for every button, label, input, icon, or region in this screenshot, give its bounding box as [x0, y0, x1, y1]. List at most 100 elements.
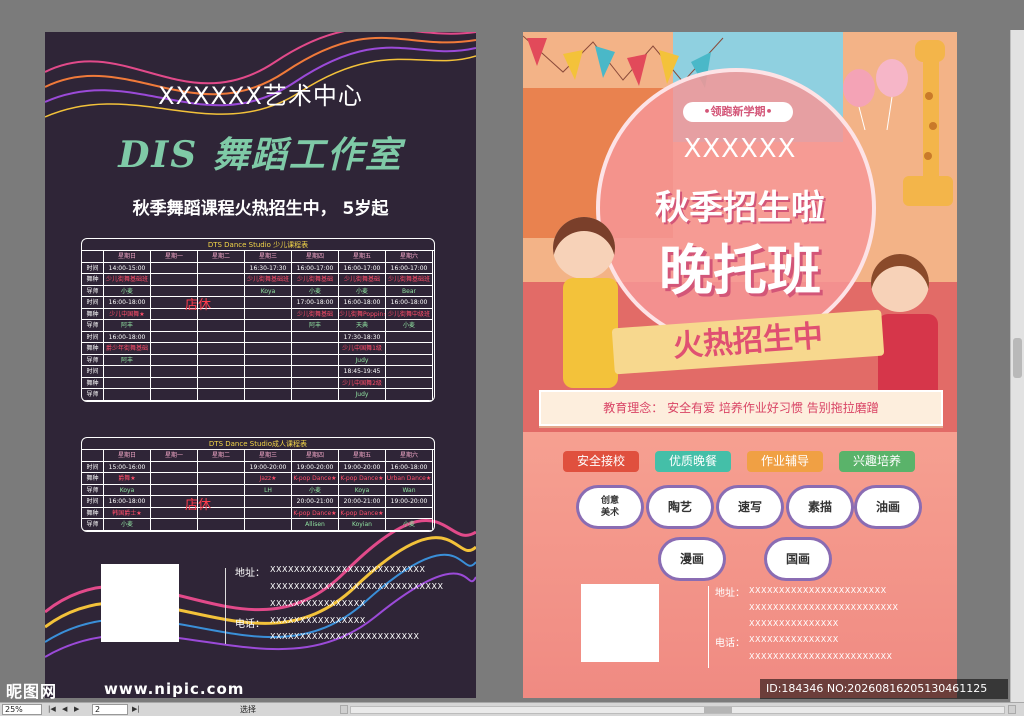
address-label: 地址： [235, 568, 265, 579]
after-school-flyer: •领跑新学期• XXXXXX 秋季招生啦 晚托班 火热招生中 教育理念： 安全有… [523, 32, 957, 698]
schedule-cell [151, 274, 198, 286]
day-header: 星期二 [198, 251, 245, 263]
schedule-cell: 19:00-20:00 [386, 496, 433, 508]
scroll-left-button[interactable] [340, 705, 348, 714]
horizontal-scrollbar[interactable] [350, 706, 1005, 714]
schedule-cell: 小麦 [292, 285, 339, 297]
schedule-cell: 少儿中国舞2级 [339, 377, 386, 389]
schedule-cell [245, 343, 292, 355]
schedule-cell: 16:00-18:00 [386, 297, 433, 309]
course-oil-painting: 油画 [857, 488, 919, 526]
row-label: 导师 [82, 320, 104, 332]
day-header: 星期一 [151, 450, 198, 462]
course-label: 美术 [600, 508, 619, 518]
address-label: 地址： [715, 588, 745, 599]
schedule-cell: 16:00-17:00 [292, 262, 339, 274]
schedule-cell: 15:00-16:00 [104, 461, 151, 473]
dance-studio-flyer: XXXXXX艺术中心 DIS 舞蹈工作室 秋季舞蹈课程火热招生中， 5岁起 DT… [45, 32, 476, 698]
schedule-cell [151, 262, 198, 274]
schedule-cell: 16:00-17:00 [386, 262, 433, 274]
schedule-cell [198, 262, 245, 274]
schedule-cell [245, 377, 292, 389]
next-page-button[interactable]: ▶ [74, 704, 79, 715]
row-label: 舞种 [82, 377, 104, 389]
day-header: 星期二 [198, 450, 245, 462]
feature-homework-help: 作业辅导 [747, 451, 823, 472]
first-page-button[interactable]: |◀ [48, 704, 56, 715]
row-label: 舞种 [82, 507, 104, 519]
schedule-cell: K-pop Dance★ [292, 507, 339, 519]
schedule-cell [198, 519, 245, 531]
watermark-url: www.nipic.com [104, 680, 245, 698]
day-header: 星期一 [151, 251, 198, 263]
status-bar: 25% |◀ ◀ ▶ 2 ▶| 选择 [0, 702, 1024, 716]
last-page-button[interactable]: ▶| [132, 704, 140, 715]
schedule-cell: 16:00-18:00 [104, 496, 151, 508]
schedule-cell: 少儿街舞基础 [292, 308, 339, 320]
schedule-cell: 少儿中国舞★ [104, 308, 151, 320]
boy-body-illustration [563, 278, 618, 388]
flyer-subtitle: 秋季舞蹈课程火热招生中， 5岁起 [132, 199, 389, 219]
schedule-cell: 少儿街舞Poppin★ [339, 308, 386, 320]
schedule-cell: 16:00-17:00 [339, 262, 386, 274]
schedule-cell [198, 461, 245, 473]
schedule-cell [104, 366, 151, 378]
schedule-cell: 20:00-21:00 [292, 496, 339, 508]
schedule-cell: 14:00-15:00 [104, 262, 151, 274]
qr-code-placeholder [581, 584, 659, 662]
girl-illustration [871, 254, 929, 312]
row-label: 导师 [82, 285, 104, 297]
schedule-cell [292, 343, 339, 355]
schedule-cell [151, 320, 198, 332]
schedule-cell [245, 354, 292, 366]
schedule-cell [104, 377, 151, 389]
schedule-cell [151, 473, 198, 485]
schedule-cell: 20:00-21:00 [339, 496, 386, 508]
schedule-cell [245, 496, 292, 508]
schedule-cell: Judy [339, 354, 386, 366]
course-creative-art: 创意 美术 [579, 488, 641, 526]
schedule-cell [386, 331, 433, 343]
course-label: 创意 [600, 496, 619, 506]
course-sketch: 速写 [719, 488, 781, 526]
schedule-cell [386, 389, 433, 401]
feature-quality-dinner: 优质晚餐 [655, 451, 731, 472]
vertical-scrollbar[interactable] [1010, 30, 1024, 702]
row-label: 舞种 [82, 308, 104, 320]
schedule-cell: 19:00-20:00 [292, 461, 339, 473]
schedule-cell: Jazz★ [245, 473, 292, 485]
scrollbar-thumb[interactable] [704, 707, 732, 713]
adult-schedule-title: DTS Dance Studio成人课程表 [82, 438, 434, 450]
schedule-cell [198, 377, 245, 389]
day-header: 星期三 [245, 450, 292, 462]
schedule-cell: Urban Dance★ [386, 473, 433, 485]
schedule-cell [386, 366, 433, 378]
page-number-field[interactable]: 2 [92, 704, 128, 715]
schedule-cell [198, 320, 245, 332]
center-name: XXXXXX艺术中心 [158, 82, 363, 110]
row-label: 舞种 [82, 274, 104, 286]
row-label: 时间 [82, 461, 104, 473]
day-header: 星期三 [245, 251, 292, 263]
course-pottery: 陶艺 [649, 488, 711, 526]
schedule-cell [198, 473, 245, 485]
schedule-cell [104, 389, 151, 401]
feature-safe-pickup: 安全接校 [563, 451, 639, 472]
zoom-field[interactable]: 25% [2, 704, 42, 715]
scroll-right-button[interactable] [1008, 705, 1016, 714]
prev-page-button[interactable]: ◀ [62, 704, 67, 715]
schedule-cell: 天典 [339, 320, 386, 332]
schedule-cell: Wan [386, 484, 433, 496]
kids-schedule-table: DTS Dance Studio 少儿课程表 星期日 星期一 星期二 星期三 星期四 星期… [81, 238, 435, 402]
schedule-cell [386, 343, 433, 355]
address-line: XXXXXXXXXXXXXXXXXXXXXXXXXXXXX [270, 582, 444, 591]
schedule-cell [245, 519, 292, 531]
schedule-cell: 19:00-20:00 [339, 461, 386, 473]
scrollbar-thumb[interactable] [1013, 338, 1022, 378]
header-corner [82, 251, 104, 263]
row-label: 时间 [82, 366, 104, 378]
schedule-cell: 小麦 [386, 519, 433, 531]
schedule-cell: 爵舞★ [104, 473, 151, 485]
schedule-cell: Koya [104, 484, 151, 496]
schedule-cell [245, 389, 292, 401]
